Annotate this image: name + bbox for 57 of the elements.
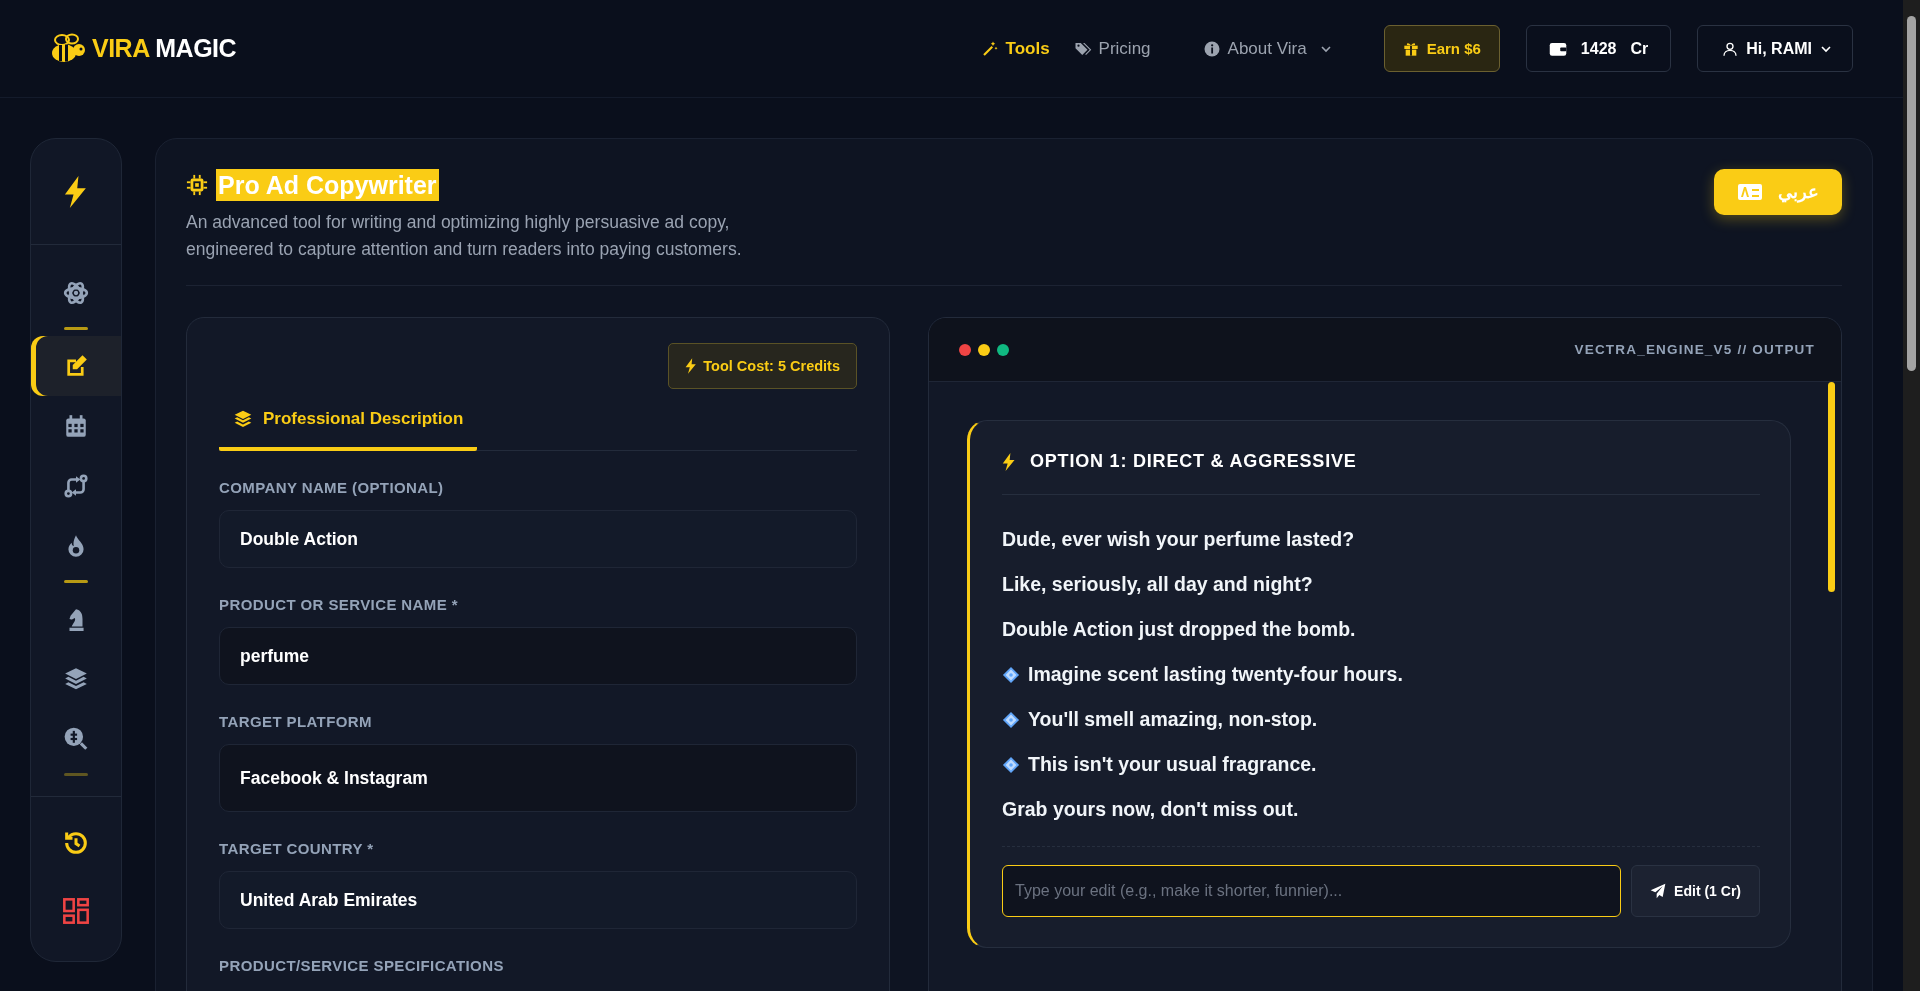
lightning-icon — [63, 175, 89, 208]
layers-icon — [233, 409, 253, 429]
user-icon — [1722, 40, 1739, 57]
tool-description: An advanced tool for writing and optimizing highly persuasive ad copy, engineered to capture attention and turn readers into paying customers. — [186, 211, 743, 261]
window-dot — [978, 343, 990, 356]
edit-button[interactable]: Edit (1 Cr) — [1631, 865, 1760, 917]
diamond-icon — [1002, 665, 1020, 684]
history-icon — [62, 829, 90, 857]
field-label: COMPANY NAME (OPTIONAL) — [219, 479, 445, 496]
diamond-icon — [1002, 710, 1020, 729]
calendar-icon — [63, 413, 89, 439]
lightning-icon — [685, 358, 698, 374]
credits-button[interactable]: 1428 Cr — [1525, 25, 1672, 72]
window-dot — [959, 343, 971, 356]
ad-copy-line: You'll smell amazing, non-stop. — [1028, 708, 1318, 731]
route-icon — [63, 473, 89, 499]
logo-text: VIRA MAGIC — [92, 34, 237, 63]
engine-label: VECTRA_ENGINE_V5 // OUTPUT — [1574, 342, 1815, 357]
platform-select[interactable]: Facebook & Instagram — [219, 744, 857, 812]
atom-icon — [63, 280, 89, 306]
ad-copy-line: Imagine scent lasting twenty-four hours. — [1028, 663, 1403, 686]
field-label: PRODUCT OR SERVICE NAME * — [219, 596, 459, 613]
input-field[interactable]: Double Action — [219, 510, 857, 568]
search-dollar-icon — [63, 726, 89, 752]
wallet-icon — [1548, 40, 1567, 57]
tab[interactable]: Professional Description — [219, 391, 478, 451]
page-scrollbar[interactable] — [1903, 0, 1920, 991]
ad-copy-line: Dude, ever wish your perfume lasted? — [1002, 528, 1355, 551]
ad-copy-line: Double Action just dropped the bomb. — [1002, 618, 1356, 641]
field-label: PRODUCT/SERVICE SPECIFICATIONS — [219, 957, 505, 974]
option-title: OPTION 1: DIRECT & AGGRESSIVE — [1030, 451, 1357, 472]
ad-copy-line: This isn't your usual fragrance. — [1028, 753, 1317, 776]
nav-link[interactable]: Tools — [980, 38, 1050, 59]
nav-link[interactable]: About Vira — [1202, 38, 1332, 59]
tool-cost-badge: Tool Cost: 5 Credits — [668, 343, 857, 389]
lightning-icon — [1002, 452, 1016, 471]
input-field[interactable]: United Arab Emirates — [219, 871, 857, 929]
translate-icon — [1737, 183, 1762, 201]
scrollbar-thumb[interactable] — [1828, 382, 1835, 592]
earn-button[interactable]: Earn $6 — [1383, 25, 1500, 72]
sidebar-item[interactable] — [31, 336, 121, 396]
field-label: TARGET PLATFORM — [219, 713, 373, 730]
tool-title: Pro Ad Copywriter — [216, 169, 439, 201]
chip-icon — [186, 174, 208, 196]
field-label: TARGET COUNTRY * — [219, 840, 375, 857]
ad-copy-line: Grab yours now, don't miss out. — [1002, 798, 1299, 821]
nav-link[interactable]: Pricing — [1073, 38, 1151, 59]
edit-input[interactable]: Type your edit (e.g., make it shorter, funnier)... — [1002, 865, 1622, 917]
ad-copy-line: Like, seriously, all day and night? — [1002, 573, 1313, 596]
input-field[interactable]: perfume — [219, 627, 857, 685]
user-menu-button[interactable]: Hi, RAMI — [1697, 25, 1853, 72]
layers-icon — [63, 666, 89, 692]
diamond-icon — [1002, 755, 1020, 774]
info-icon — [1202, 39, 1221, 58]
send-icon — [1650, 883, 1667, 899]
window-dot — [997, 343, 1009, 356]
dashboard-icon — [62, 897, 90, 925]
